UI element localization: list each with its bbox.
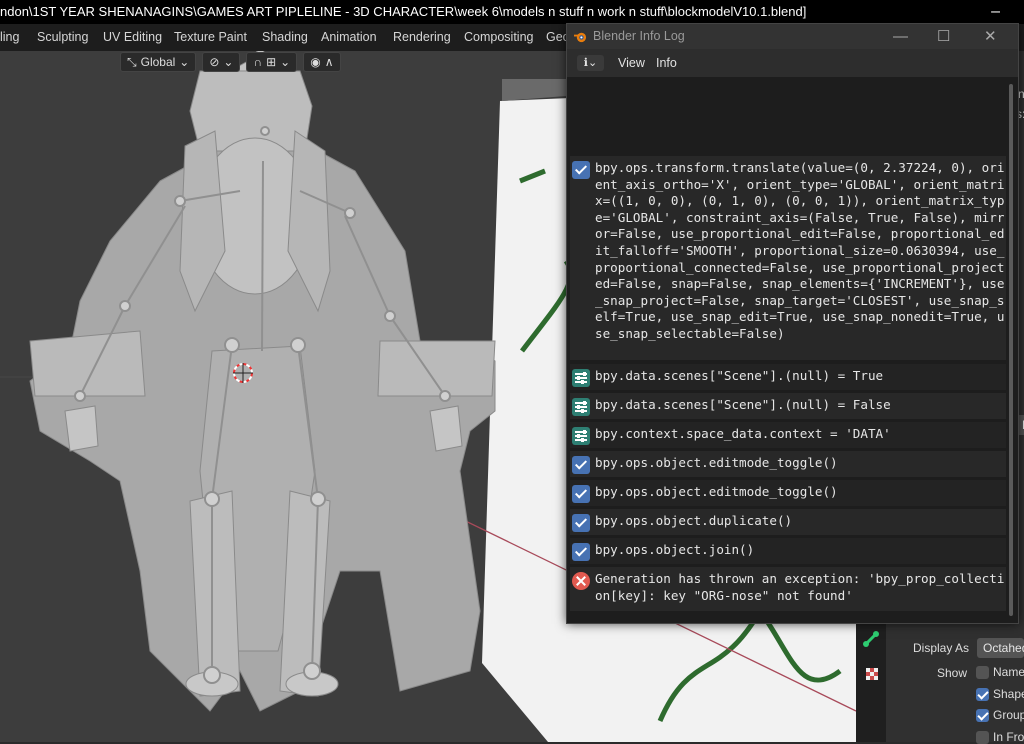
tab-shading[interactable]: Shading [262, 24, 308, 51]
log-entry-text: bpy.ops.object.editmode_toggle() [595, 455, 838, 470]
tab-animation[interactable]: Animation [321, 24, 377, 51]
chevron-down-icon: ⌄ [223, 55, 234, 69]
log-entry-text: bpy.ops.object.duplicate() [595, 513, 793, 528]
orientation-icon: ⤡ [127, 55, 137, 69]
texture-properties-icon [866, 668, 878, 680]
error-icon [572, 572, 590, 590]
display-as-dropdown[interactable]: Octahedral [977, 638, 1024, 658]
log-entry[interactable]: bpy.ops.object.editmode_toggle() [570, 480, 1006, 506]
info-log-scrollbar[interactable] [1009, 84, 1013, 616]
log-entry-text: bpy.ops.object.editmode_toggle() [595, 484, 838, 499]
proportional-edit-icon: ◉ [310, 55, 321, 69]
log-entry[interactable]: bpy.ops.object.duplicate() [570, 509, 1006, 535]
info-log-title: Blender Info Log [593, 29, 685, 43]
operator-icon [572, 456, 590, 474]
transform-orientation-dropdown[interactable]: ⤡ Global ⌄ [120, 52, 197, 72]
minimize-icon[interactable]: – [991, 0, 1000, 24]
operator-icon [572, 485, 590, 503]
info-log-list[interactable]: bpy.ops.transform.translate(value=(0, 2.… [567, 77, 1008, 623]
log-entry-error[interactable]: Generation has thrown an exception: 'bpy… [570, 567, 1006, 611]
show-label: Show [937, 666, 968, 680]
blender-logo-icon [574, 32, 587, 43]
minimize-button[interactable]: — [893, 24, 908, 49]
proportional-edit-toggle[interactable]: ◉ ∧ [303, 52, 341, 72]
menu-view[interactable]: View [618, 49, 645, 77]
log-entry[interactable]: bpy.ops.object.join() [570, 538, 1006, 564]
tab-layout[interactable]: ling [0, 24, 19, 51]
log-entry[interactable]: bpy.ops.transform.translate(value=(0, 2.… [570, 156, 1006, 360]
operator-icon [572, 161, 590, 179]
names-checkbox[interactable] [976, 666, 989, 679]
display-as-label: Display As [913, 641, 970, 655]
window-title: ndon\1ST YEAR SHENANAGINS\GAMES ART PIPL… [0, 4, 807, 19]
group-colors-label: Group Colors [993, 708, 1024, 722]
maximize-button[interactable]: ☐ [937, 24, 950, 49]
magnet-icon: ∩ [253, 55, 263, 69]
info-log-menubar: ℹ⌄ View Info [567, 49, 1018, 77]
log-entry[interactable]: bpy.data.scenes["Scene"].(null) = False [570, 393, 1006, 419]
info-log-window: Blender Info Log — ☐ ✕ ℹ⌄ View Info bpy.… [566, 23, 1019, 624]
pivot-point-dropdown[interactable]: ⊘ ⌄ [202, 52, 241, 72]
orientation-label: Global [140, 55, 176, 69]
log-entry-text: bpy.ops.transform.translate(value=(0, 2.… [595, 160, 1005, 341]
window-title-bar: ndon\1ST YEAR SHENANAGINS\GAMES ART PIPL… [0, 0, 1024, 24]
log-entry-text: bpy.data.scenes["Scene"].(null) = False [595, 397, 891, 412]
menu-info[interactable]: Info [656, 49, 677, 77]
log-entry-text: Generation has thrown an exception: 'bpy… [595, 571, 1005, 603]
tab-rendering[interactable]: Rendering [393, 24, 451, 51]
character-model [29, 51, 496, 712]
tab-uv-editing[interactable]: UV Editing [103, 24, 162, 51]
log-entry[interactable]: bpy.data.scenes["Scene"].(null) = True [570, 364, 1006, 390]
snap-toggle[interactable]: ∩ ⊞ ⌄ [246, 52, 298, 72]
shapes-label: Shapes [993, 687, 1024, 701]
property-icon [572, 427, 590, 445]
log-entry-text: bpy.data.scenes["Scene"].(null) = True [595, 368, 884, 383]
tab-sculpting[interactable]: Sculpting [37, 24, 88, 51]
group-colors-checkbox[interactable] [976, 709, 989, 722]
chevron-down-icon: ⌄ [280, 55, 291, 69]
property-icon [572, 398, 590, 416]
snap-increment-icon: ⊞ [266, 55, 277, 69]
3d-cursor-icon [233, 363, 253, 383]
log-entry[interactable]: bpy.context.space_data.context = 'DATA' [570, 422, 1006, 448]
log-entry[interactable]: bpy.ops.object.editmode_toggle() [570, 451, 1006, 477]
viewport-header-tools: ⤡ Global ⌄ ⊘ ⌄ ∩ ⊞ ⌄ ◉ ∧ [120, 51, 341, 73]
close-button[interactable]: ✕ [984, 24, 997, 49]
log-entry-text: bpy.context.space_data.context = 'DATA' [595, 426, 891, 441]
log-entry-text: bpy.ops.object.join() [595, 542, 755, 557]
property-icon [572, 369, 590, 387]
falloff-icon: ∧ [324, 55, 334, 69]
shapes-checkbox[interactable] [976, 688, 989, 701]
tab-compositing[interactable]: Compositing [464, 24, 533, 51]
tab-texture-paint[interactable]: Texture Paint [174, 24, 247, 51]
names-label: Names [993, 665, 1024, 679]
bone-properties-icon [863, 631, 879, 647]
operator-icon [572, 543, 590, 561]
pivot-icon: ⊘ [209, 55, 220, 69]
editor-type-dropdown[interactable]: ℹ⌄ [577, 55, 604, 71]
in-front-checkbox[interactable] [976, 731, 989, 744]
operator-icon [572, 514, 590, 532]
info-log-title-bar[interactable]: Blender Info Log — ☐ ✕ [567, 24, 1018, 49]
chevron-down-icon: ⌄ [179, 55, 190, 69]
